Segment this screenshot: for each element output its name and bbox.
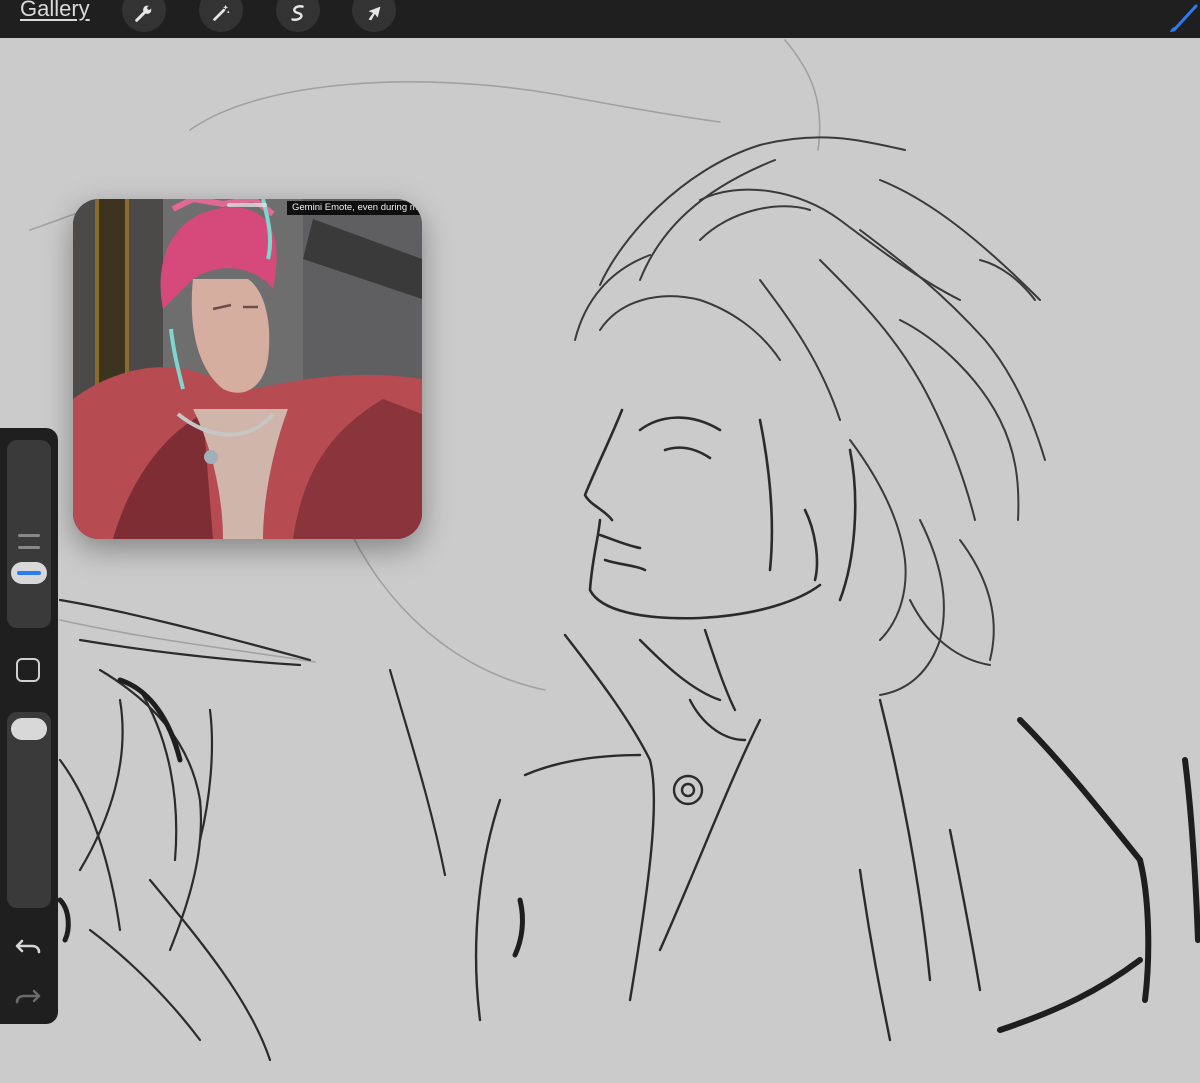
top-toolbar: Gallery: [0, 0, 1200, 38]
arrow-cursor-icon: [368, 6, 381, 21]
transform-button[interactable]: [352, 0, 396, 32]
sketch-artwork: [29, 39, 1200, 1062]
size-indicator: [17, 571, 41, 575]
slider-tick: [18, 534, 40, 537]
square-modify-icon[interactable]: [16, 658, 40, 682]
actions-button[interactable]: [122, 0, 166, 32]
brush-size-thumb[interactable]: [11, 562, 47, 584]
selection-s-icon: [291, 5, 304, 21]
slider-tick: [18, 546, 40, 549]
magic-wand-icon: [213, 4, 230, 21]
reference-caption: Gemini Emote, even during mis: [287, 201, 422, 215]
reference-drag-handle[interactable]: [227, 203, 267, 207]
selection-button[interactable]: [276, 0, 320, 32]
reference-image-window[interactable]: Gemini Emote, even during mis: [73, 199, 422, 539]
drawing-canvas[interactable]: Gemini Emote, even during mis: [0, 38, 1200, 1083]
gallery-link[interactable]: Gallery: [20, 0, 90, 22]
left-sidebar: [0, 428, 58, 1024]
reference-portrait-image: [73, 199, 422, 539]
opacity-thumb[interactable]: [11, 718, 47, 740]
wrench-icon: [135, 5, 152, 22]
brush-size-slider[interactable]: [7, 440, 51, 628]
adjustments-button[interactable]: [199, 0, 243, 32]
redo-icon[interactable]: [14, 982, 42, 1010]
undo-icon[interactable]: [14, 932, 42, 960]
opacity-slider[interactable]: [7, 712, 51, 908]
brush-icon[interactable]: [1166, 0, 1200, 34]
